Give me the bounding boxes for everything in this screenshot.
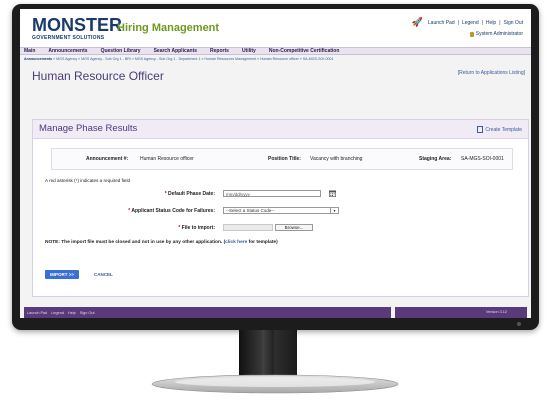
lock-icon	[469, 31, 474, 37]
file-path-input[interactable]	[223, 224, 273, 231]
status-code-select[interactable]: --Select a Status Code-- ▾	[223, 207, 339, 214]
legend-link[interactable]: Legend	[462, 20, 479, 26]
power-led	[517, 322, 521, 326]
footer-links: Launch Pad Legend Help Sign Out	[24, 307, 391, 318]
sign-out-link[interactable]: Sign Out	[504, 20, 523, 26]
user-role: System Administrator	[469, 31, 523, 37]
note-prefix: NOTE: The import file must be closed and…	[45, 240, 226, 245]
required-note-suffix: ) indicates a required field	[77, 178, 131, 183]
chevron-down-icon: ▾	[330, 208, 338, 213]
nav-item-announcements[interactable]: Announcements	[48, 48, 87, 54]
create-template-label: Create Template	[485, 126, 522, 133]
template-link[interactable]: click here	[225, 240, 247, 245]
import-button[interactable]: IMPORT >>	[45, 270, 79, 279]
logo-subtitle: GOVERNMENT SOLUTIONS	[32, 35, 105, 41]
position-title-value: Vacancy with branching	[310, 156, 363, 162]
announcement-label: Announcement #:	[86, 156, 129, 162]
cancel-button[interactable]: CANCEL	[94, 272, 113, 277]
version-label: Version 3.12	[485, 310, 507, 314]
note-suffix: for template)	[247, 240, 278, 245]
status-code-value: --Select a Status Code--	[226, 208, 275, 213]
monitor-frame: MONSTER GOVERNMENT SOLUTIONS Hiring Mana…	[12, 4, 539, 330]
breadcrumb-first[interactable]: Announcements	[24, 57, 52, 61]
nav-item-reports[interactable]: Reports	[210, 48, 229, 54]
position-title-label: Position Title:	[268, 156, 301, 162]
footer-help-link[interactable]: Help	[68, 311, 76, 315]
staging-area-value: SA-MGS-SOI-0001	[461, 156, 504, 162]
rocket-icon: 🚀	[411, 17, 423, 27]
nav-item-main[interactable]: Main	[24, 48, 35, 54]
user-role-label: System Administrator	[475, 31, 523, 37]
breadcrumb: Announcements » MGS Agency » MGS Agency …	[24, 57, 334, 61]
status-code-label: * Applicant Status Code for Failures:	[128, 208, 215, 214]
staging-area-label: Staging Area:	[419, 156, 452, 162]
main-nav: Main Announcements Question Library Sear…	[20, 47, 531, 55]
footer-launch-pad-link[interactable]: Launch Pad	[27, 311, 47, 315]
footer: Launch Pad Legend Help Sign Out Version …	[24, 307, 527, 318]
launch-pad-link[interactable]: Launch Pad	[428, 20, 455, 26]
help-link[interactable]: Help	[486, 20, 496, 26]
app-header: MONSTER GOVERNMENT SOLUTIONS Hiring Mana…	[20, 9, 531, 47]
footer-version-bar: Version 3.12	[395, 307, 527, 318]
nav-item-non-competitive[interactable]: Non-Competitive Certification	[269, 48, 340, 54]
screen: MONSTER GOVERNMENT SOLUTIONS Hiring Mana…	[20, 9, 531, 318]
required-note-prefix: A red asterisk (	[45, 178, 76, 183]
nav-item-utility[interactable]: Utility	[242, 48, 256, 54]
required-note: A red asterisk (*) indicates a required …	[45, 178, 130, 183]
app-title: Hiring Management	[117, 22, 220, 34]
import-note: NOTE: The import file must be closed and…	[45, 240, 278, 245]
panel-header: Manage Phase Results Create Template	[33, 120, 528, 139]
nav-item-question-library[interactable]: Question Library	[101, 48, 141, 54]
return-to-listing-link[interactable]: [Return to Applications Listing]	[458, 70, 525, 76]
browse-button[interactable]: Browse...	[275, 224, 313, 231]
footer-legend-link[interactable]: Legend	[51, 311, 64, 315]
file-to-import-label: * File to import:	[178, 225, 215, 231]
document-icon	[477, 126, 484, 133]
create-template-link[interactable]: Create Template	[477, 126, 522, 133]
calendar-icon[interactable]	[329, 190, 336, 197]
panel-title: Manage Phase Results	[39, 123, 138, 134]
default-phase-date-label: * Default Phase Date:	[164, 191, 215, 197]
footer-sign-out-link[interactable]: Sign Out	[80, 311, 95, 315]
logo: MONSTER	[32, 15, 122, 35]
announcement-info: Announcement #: Human Resource officer P…	[51, 148, 513, 170]
page-title: Human Resource Officer	[32, 69, 164, 83]
breadcrumb-rest[interactable]: » MGS Agency » MGS Agency - Sub Org 1 - …	[53, 57, 333, 61]
monitor-stand-base	[151, 374, 399, 394]
top-links: 🚀 Launch Pad | Legend | Help | Sign Out	[411, 17, 523, 27]
nav-item-search-applicants[interactable]: Search Applicants	[154, 48, 197, 54]
announcement-value: Human Resource officer	[140, 156, 194, 162]
manage-phase-panel: Manage Phase Results Create Template Ann…	[32, 119, 529, 297]
default-phase-date-input[interactable]: mm/dd/yyyy	[223, 190, 321, 197]
